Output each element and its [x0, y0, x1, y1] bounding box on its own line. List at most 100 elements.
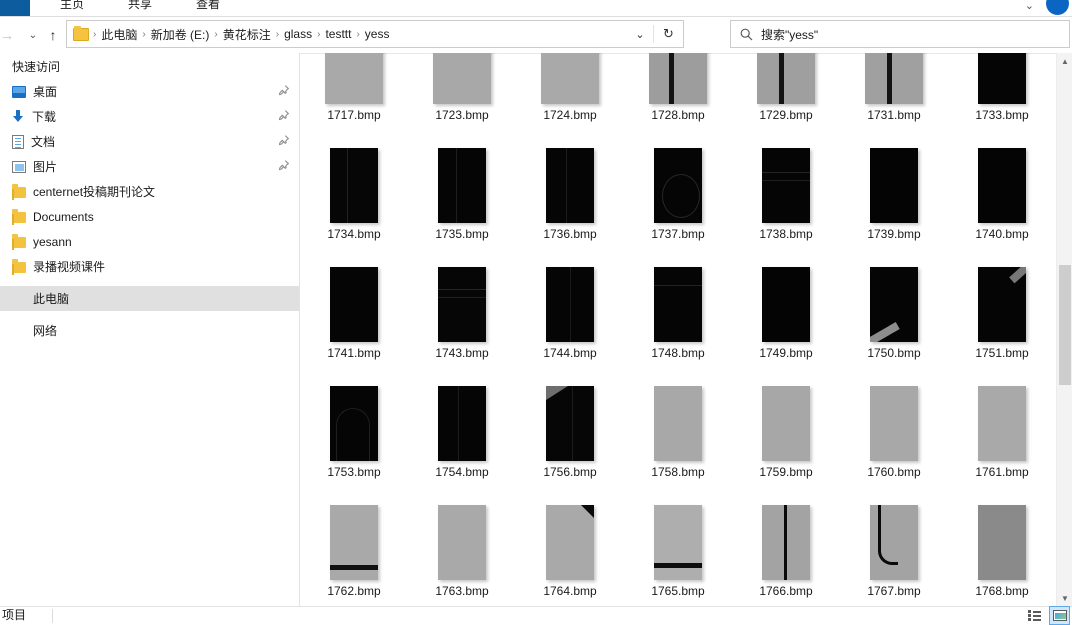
file-item[interactable]: 1741.bmp — [300, 244, 408, 363]
file-item[interactable]: 1750.bmp — [840, 244, 948, 363]
file-name-label: 1767.bmp — [867, 584, 921, 598]
sidebar-item-documents-folder[interactable]: Documents — [0, 204, 299, 229]
file-item[interactable]: 1760.bmp — [840, 363, 948, 482]
file-item[interactable]: 1759.bmp — [732, 363, 840, 482]
file-item[interactable]: 1734.bmp — [300, 125, 408, 244]
breadcrumb-item-2[interactable]: 黄花标注 — [219, 24, 275, 45]
status-divider — [52, 609, 53, 623]
thumbnail-mark — [347, 148, 348, 223]
file-name-label: 1737.bmp — [651, 227, 705, 241]
file-thumbnail-wrap — [300, 485, 408, 580]
file-item[interactable]: 1753.bmp — [300, 363, 408, 482]
thumbnail-mark — [330, 565, 378, 570]
file-item[interactable]: 1765.bmp — [624, 482, 732, 601]
file-item[interactable]: 1744.bmp — [516, 244, 624, 363]
file-item[interactable]: 1733.bmp — [948, 53, 1056, 125]
thumbnail-mark — [654, 285, 702, 286]
chevron-down-icon[interactable]: ⌄ — [1025, 0, 1034, 16]
file-item[interactable]: 1723.bmp — [408, 53, 516, 125]
file-item[interactable]: 1768.bmp — [948, 482, 1056, 601]
recent-locations-button[interactable]: ⌄ — [22, 23, 44, 47]
tab-share[interactable]: 共享 — [128, 0, 152, 14]
pin-icon[interactable] — [278, 159, 289, 174]
file-item[interactable]: 1748.bmp — [624, 244, 732, 363]
file-item[interactable]: 1763.bmp — [408, 482, 516, 601]
pin-icon[interactable] — [278, 84, 289, 99]
sidebar-item-label: 下载 — [32, 110, 57, 124]
file-thumbnail — [762, 267, 810, 342]
scrollbar-thumb[interactable] — [1059, 265, 1071, 385]
up-button[interactable]: ↑ — [42, 23, 64, 47]
scroll-down-arrow-icon[interactable]: ▼ — [1057, 590, 1072, 606]
file-item[interactable]: 1767.bmp — [840, 482, 948, 601]
file-item[interactable]: 1738.bmp — [732, 125, 840, 244]
file-thumbnail — [330, 148, 378, 223]
file-item[interactable]: 1731.bmp — [840, 53, 948, 125]
sidebar-item-desktop[interactable]: 桌面 — [0, 79, 299, 104]
file-item[interactable]: 1724.bmp — [516, 53, 624, 125]
scroll-up-arrow-icon[interactable]: ▲ — [1057, 53, 1072, 69]
file-thumbnail-wrap — [840, 53, 948, 104]
tab-home[interactable]: 主页 — [60, 0, 84, 14]
file-list-view[interactable]: 1717.bmp 1723.bmp 1724.bmp 1728.bmp 1729.bmp… — [300, 53, 1072, 606]
sidebar-item-network[interactable]: 网络 — [0, 318, 299, 343]
document-icon — [12, 134, 24, 149]
pin-icon[interactable] — [278, 134, 289, 149]
file-item[interactable]: 1737.bmp — [624, 125, 732, 244]
refresh-button[interactable]: ↻ — [654, 21, 683, 47]
sidebar-item-centernet[interactable]: centernet投稿期刊论文 — [0, 179, 299, 204]
file-thumbnail — [438, 505, 486, 580]
breadcrumb-item-0[interactable]: 此电脑 — [97, 24, 141, 45]
file-item[interactable]: 1740.bmp — [948, 125, 1056, 244]
pin-icon[interactable] — [278, 109, 289, 124]
file-thumbnail-wrap — [732, 366, 840, 461]
file-item[interactable]: 1756.bmp — [516, 363, 624, 482]
breadcrumb-item-1[interactable]: 新加卷 (E:) — [147, 24, 214, 45]
address-history-dropdown[interactable]: ⌄ — [627, 21, 653, 47]
file-item[interactable]: 1729.bmp — [732, 53, 840, 125]
file-item[interactable]: 1751.bmp — [948, 244, 1056, 363]
sidebar-item-pictures[interactable]: 图片 — [0, 154, 299, 179]
file-name-label: 1735.bmp — [435, 227, 489, 241]
file-item[interactable]: 1749.bmp — [732, 244, 840, 363]
breadcrumb-item-5[interactable]: yess — [361, 25, 394, 43]
file-item[interactable]: 1743.bmp — [408, 244, 516, 363]
file-item[interactable]: 1735.bmp — [408, 125, 516, 244]
file-menu-button[interactable] — [0, 0, 30, 17]
file-item[interactable]: 1728.bmp — [624, 53, 732, 125]
file-item[interactable]: 1762.bmp — [300, 482, 408, 601]
file-item[interactable]: 1764.bmp — [516, 482, 624, 601]
file-item[interactable]: 1761.bmp — [948, 363, 1056, 482]
help-icon[interactable] — [1046, 0, 1069, 15]
forward-button[interactable]: → — [0, 23, 18, 47]
breadcrumb-item-4[interactable]: testtt — [321, 25, 355, 43]
nav-group-quick-access[interactable]: 快速访问 — [0, 53, 299, 79]
file-thumbnail-wrap — [300, 128, 408, 223]
file-thumbnail-wrap — [948, 366, 1056, 461]
sidebar-item-yesann[interactable]: yesann — [0, 229, 299, 254]
vertical-scrollbar[interactable]: ▲ ▼ — [1056, 53, 1072, 606]
file-thumbnail-wrap — [516, 485, 624, 580]
large-icons-view-button[interactable] — [1049, 606, 1070, 625]
file-thumbnail — [433, 53, 491, 104]
file-name-label: 1756.bmp — [543, 465, 597, 479]
file-item[interactable]: 1739.bmp — [840, 125, 948, 244]
file-item[interactable]: 1717.bmp — [300, 53, 408, 125]
file-thumbnail-wrap — [732, 247, 840, 342]
file-item[interactable]: 1736.bmp — [516, 125, 624, 244]
tab-view[interactable]: 查看 — [196, 0, 220, 14]
file-thumbnail-wrap — [732, 485, 840, 580]
file-item[interactable]: 1766.bmp — [732, 482, 840, 601]
sidebar-item-documents[interactable]: 文档 — [0, 129, 299, 154]
sidebar-item-this-pc[interactable]: 此电脑 — [0, 286, 299, 311]
file-item[interactable]: 1758.bmp — [624, 363, 732, 482]
sidebar-item-lubo[interactable]: 录播视频课件 — [0, 254, 299, 279]
search-box[interactable]: 搜索"yess" — [730, 20, 1070, 48]
search-input[interactable]: 搜索"yess" — [761, 26, 818, 43]
breadcrumb-item-3[interactable]: glass — [280, 25, 316, 43]
file-item[interactable]: 1754.bmp — [408, 363, 516, 482]
file-thumbnail-wrap — [516, 366, 624, 461]
sidebar-item-downloads[interactable]: 下载 — [0, 104, 299, 129]
details-view-button[interactable] — [1024, 606, 1045, 625]
address-bar[interactable]: › 此电脑 › 新加卷 (E:) › 黄花标注 › glass › testtt › yess ⌄ ↻ — [66, 20, 684, 48]
